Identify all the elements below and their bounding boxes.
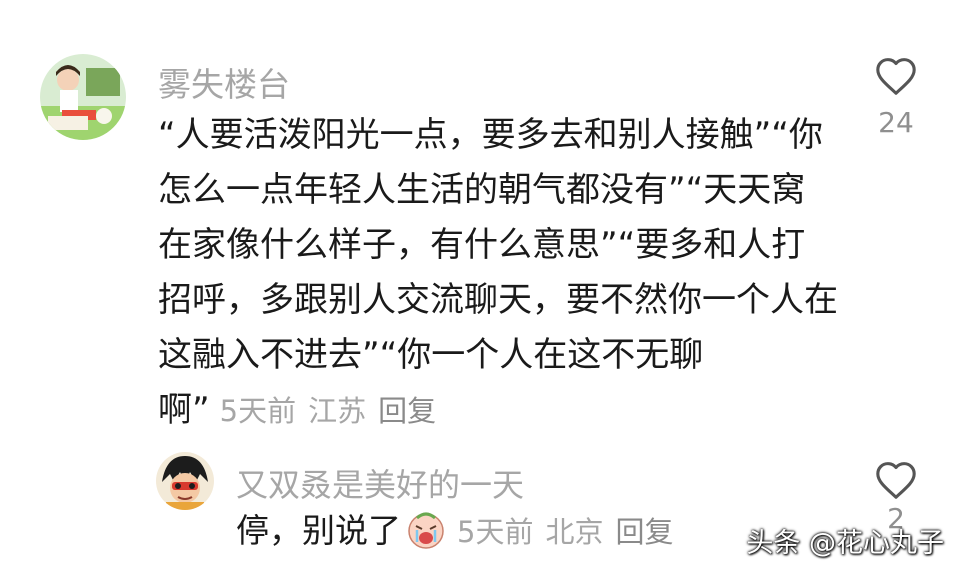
reply-meta: 5天前 北京 回复 bbox=[457, 515, 673, 549]
heart-icon bbox=[876, 462, 916, 499]
comment-body: “人要活泼阳光一点，要多去和别人接触”“你怎么一点年轻人生活的朝气都没有”“天天… bbox=[158, 108, 838, 439]
reply-username[interactable]: 又双叒是美好的一天 bbox=[236, 460, 524, 506]
cartoon-avatar-icon bbox=[156, 452, 214, 510]
reply-text: 停，别说了 bbox=[236, 511, 401, 550]
avatar[interactable] bbox=[156, 452, 214, 510]
reply-body: 停，别说了 5天前 北京 回复 bbox=[236, 508, 673, 555]
heart-icon bbox=[876, 58, 916, 95]
avatar[interactable] bbox=[40, 54, 126, 140]
comment-location: 江苏 bbox=[308, 394, 367, 428]
reply-location: 北京 bbox=[545, 515, 604, 549]
crying-face-sticker-icon bbox=[405, 508, 447, 550]
watermark: 头条 @花心丸子 bbox=[746, 528, 944, 559]
comment-text: “人要活泼阳光一点，要多去和别人接触”“你怎么一点年轻人生活的朝气都没有”“天天… bbox=[158, 115, 838, 430]
reply-time: 5天前 bbox=[457, 515, 534, 549]
like-button[interactable]: 24 bbox=[861, 56, 931, 139]
comment-meta: 5天前 江苏 回复 bbox=[220, 394, 436, 428]
cartoon-avatar-icon bbox=[40, 54, 126, 140]
like-count: 24 bbox=[878, 106, 914, 139]
comment-time: 5天前 bbox=[219, 394, 297, 428]
comment-username[interactable]: 雾失楼台 bbox=[158, 58, 290, 106]
reply-button[interactable]: 回复 bbox=[615, 515, 673, 549]
reply-button[interactable]: 回复 bbox=[378, 394, 436, 428]
